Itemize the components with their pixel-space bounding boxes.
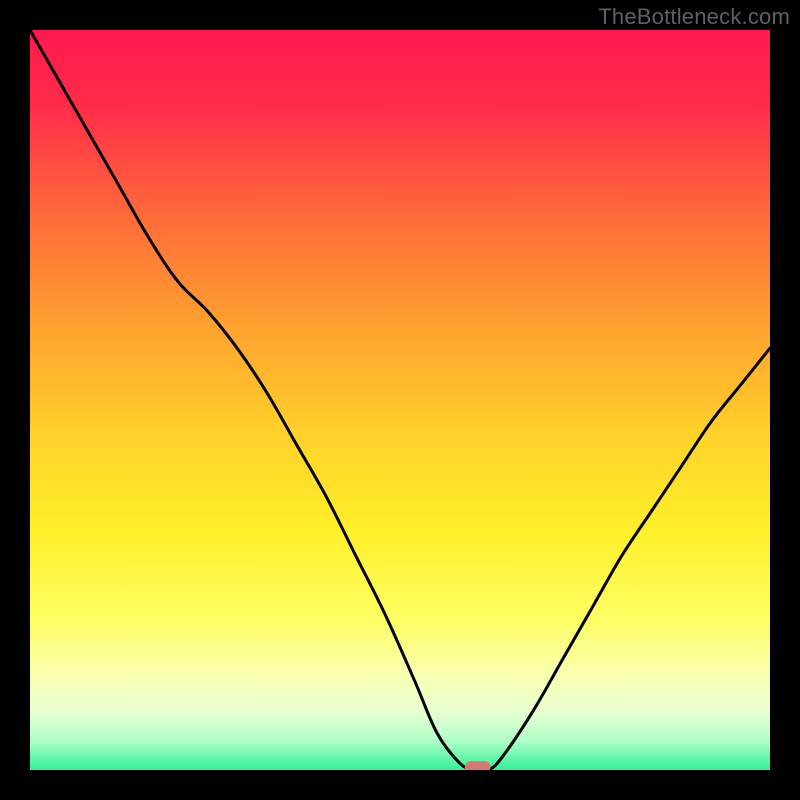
- chart-canvas: [0, 0, 800, 800]
- frame-bar-3: [770, 0, 800, 800]
- frame-bar-2: [0, 0, 30, 800]
- watermark-text: TheBottleneck.com: [598, 4, 790, 30]
- plot-background: [30, 30, 770, 770]
- frame-bar-1: [0, 770, 800, 800]
